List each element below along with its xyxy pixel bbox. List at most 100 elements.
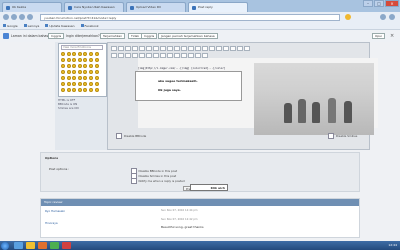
- editor-toolbar-button[interactable]: [244, 46, 250, 51]
- editor-toolbar-button[interactable]: [153, 46, 159, 51]
- smiley-icon[interactable]: [83, 58, 88, 62]
- checkbox[interactable]: [116, 133, 122, 139]
- editor-toolbar-button[interactable]: [216, 46, 222, 51]
- smiley-icon[interactable]: [88, 76, 93, 80]
- smiley-icon[interactable]: [77, 82, 82, 86]
- option-row[interactable]: Notify me when a reply is posted: [131, 178, 185, 184]
- folder-icon[interactable]: [26, 242, 35, 249]
- smiley-icon[interactable]: [94, 88, 99, 92]
- browser-tab[interactable]: Upload Video Dll: [126, 2, 186, 12]
- minimize-icon[interactable]: –: [363, 0, 373, 7]
- smiley-icon[interactable]: [94, 82, 99, 86]
- maximize-icon[interactable]: □: [374, 0, 384, 7]
- smiley-icon[interactable]: [66, 64, 71, 68]
- app-icon[interactable]: [62, 242, 71, 249]
- editor-toolbar-button[interactable]: [230, 46, 236, 51]
- editor-toolbar-button[interactable]: [209, 46, 215, 51]
- editor-toolbar-button[interactable]: [111, 46, 117, 51]
- smiley-icon[interactable]: [72, 52, 77, 56]
- media-icon[interactable]: [38, 242, 47, 249]
- no-button[interactable]: Tidak: [128, 33, 143, 39]
- smiley-icon[interactable]: [72, 58, 77, 62]
- smiley-icon[interactable]: [83, 82, 88, 86]
- editor-toolbar-button[interactable]: [139, 46, 145, 51]
- smiley-icon[interactable]: [66, 52, 71, 56]
- bookmark-item[interactable]: Lainnya: [23, 24, 39, 28]
- url-input[interactable]: yuubari.forumotion.net/post?t=41&mode=re…: [40, 13, 340, 21]
- close-icon[interactable]: ×: [390, 33, 394, 39]
- bookmark-item[interactable]: Facebook: [80, 24, 99, 28]
- smiley-icon[interactable]: [61, 58, 65, 62]
- never-lang-select[interactable]: Inggris: [141, 33, 158, 39]
- editor-toolbar-button[interactable]: [167, 46, 173, 51]
- back-icon[interactable]: [3, 14, 9, 20]
- editor-toolbar-button[interactable]: [174, 46, 180, 51]
- smiley-icon[interactable]: [61, 64, 65, 68]
- smiley-icon[interactable]: [88, 82, 93, 86]
- smiley-icon[interactable]: [66, 58, 71, 62]
- smiley-icon[interactable]: [88, 88, 93, 92]
- review-username[interactable]: Hinoraya: [45, 221, 58, 225]
- editor-toolbar-button[interactable]: [125, 53, 131, 58]
- browser-tab-active[interactable]: Post reply: [188, 2, 248, 12]
- editor-toolbar-button[interactable]: [202, 46, 208, 51]
- smiley-icon[interactable]: [94, 58, 99, 62]
- smiley-icon[interactable]: [72, 88, 77, 92]
- smiley-icon[interactable]: [77, 52, 82, 56]
- wrench-icon[interactable]: [389, 14, 395, 20]
- smiley-icon[interactable]: [61, 76, 65, 80]
- editor-toolbar-button[interactable]: [188, 46, 194, 51]
- page-menu-icon[interactable]: [380, 14, 386, 20]
- smiley-icon[interactable]: [61, 88, 65, 92]
- editor-toolbar-button[interactable]: [146, 46, 152, 51]
- bookmark-item[interactable]: Update Kawasan: [45, 24, 75, 28]
- smiley-icon[interactable]: [88, 52, 93, 56]
- smiley-icon[interactable]: [83, 76, 88, 80]
- options-button[interactable]: Opsi: [372, 33, 385, 39]
- checkbox[interactable]: [328, 133, 334, 139]
- chrome-icon[interactable]: [50, 242, 59, 249]
- editor-toolbar-button[interactable]: [132, 46, 138, 51]
- smiley-icon[interactable]: [61, 52, 65, 56]
- smiley-icon[interactable]: [66, 70, 71, 74]
- editor-toolbar-button[interactable]: [223, 46, 229, 51]
- smiley-icon[interactable]: [72, 70, 77, 74]
- language-select[interactable]: Inggris: [48, 33, 65, 39]
- smiley-icon[interactable]: [88, 64, 93, 68]
- smiley-icon[interactable]: [72, 76, 77, 80]
- bookmark-item[interactable]: Google: [3, 24, 18, 28]
- smiley-icon[interactable]: [77, 70, 82, 74]
- smiley-icon[interactable]: [88, 58, 93, 62]
- checkbox[interactable]: [131, 178, 137, 184]
- editor-toolbar-button[interactable]: [160, 46, 166, 51]
- smiley-icon[interactable]: [77, 88, 82, 92]
- smiley-icon[interactable]: [77, 76, 82, 80]
- smiley-icon[interactable]: [72, 64, 77, 68]
- smiley-icon[interactable]: [83, 64, 88, 68]
- smiley-icon[interactable]: [61, 70, 65, 74]
- smiley-icon[interactable]: [66, 76, 71, 80]
- translate-button[interactable]: Terjemahkan: [100, 33, 126, 39]
- editor-toolbar-button[interactable]: [111, 53, 117, 58]
- ie-icon[interactable]: [14, 242, 23, 249]
- editor-toolbar-button[interactable]: [125, 46, 131, 51]
- smiley-icon[interactable]: [77, 64, 82, 68]
- editor-toolbar-button[interactable]: [195, 46, 201, 51]
- browser-tab[interactable]: Ok Kelola: [2, 2, 62, 12]
- smilies-toggle[interactable]: Disable Smilies: [328, 133, 357, 139]
- editor-toolbar-button[interactable]: [118, 53, 124, 58]
- smiley-icon[interactable]: [94, 76, 99, 80]
- smiley-icon[interactable]: [94, 70, 99, 74]
- smiley-icon[interactable]: [88, 70, 93, 74]
- start-button[interactable]: [1, 241, 9, 250]
- smiley-icon[interactable]: [83, 52, 88, 56]
- smiley-icon[interactable]: [72, 82, 77, 86]
- editor-toolbar-button[interactable]: [237, 46, 243, 51]
- bbcode-toggle[interactable]: Disable BBCode: [116, 133, 146, 139]
- reload-icon[interactable]: [19, 14, 25, 20]
- never-translate-button[interactable]: Jangan pernah terjemahkan bahasa: [158, 33, 218, 39]
- star-icon[interactable]: [345, 14, 351, 20]
- smiley-icon[interactable]: [94, 64, 99, 68]
- editor-toolbar-button[interactable]: [181, 46, 187, 51]
- smiley-icon[interactable]: [61, 82, 65, 86]
